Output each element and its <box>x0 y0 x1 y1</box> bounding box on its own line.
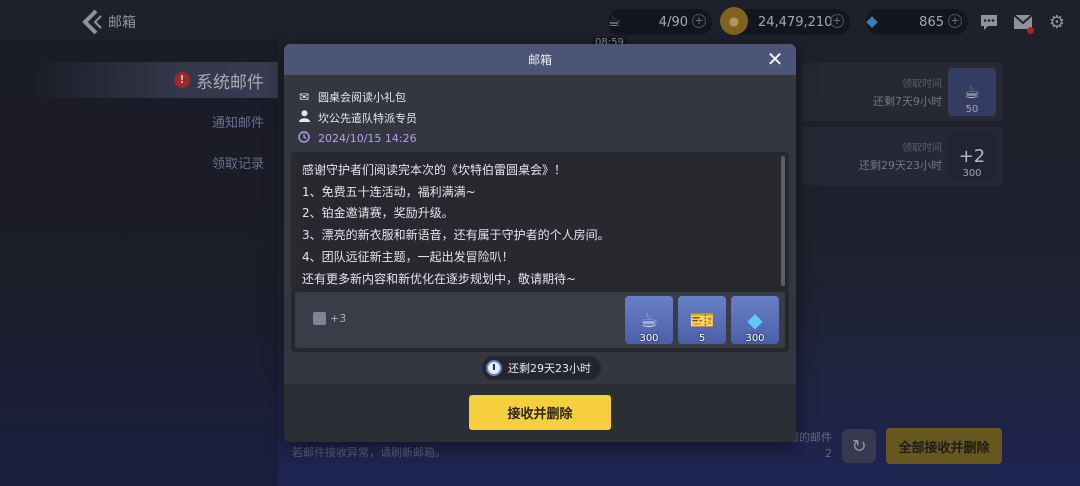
body-scrollbar[interactable] <box>781 156 785 286</box>
coffee-cup-icon: ☕ <box>640 308 658 332</box>
body-line: 感谢守护者们阅读完本次的《坎特伯雷圆桌会》！ <box>302 163 567 177</box>
person-icon <box>298 110 310 125</box>
attachment-item[interactable]: ◆ 300 <box>731 296 779 344</box>
timer-icon <box>486 360 502 376</box>
mail-meta: ✉ 圆桌会阅读小礼包 坎公先遣队特派专员 2024/10/15 14:26 <box>298 86 417 149</box>
ticket-icon: 🎫 <box>689 308 715 332</box>
mail-sender: 坎公先遣队特派专员 <box>318 111 417 125</box>
more-attachments-count: +3 <box>330 312 347 325</box>
attachment-qty: 5 <box>698 333 706 344</box>
mail-date: 2024/10/15 14:26 <box>318 132 417 145</box>
mail-body-text: 感谢守护者们阅读完本次的《坎特伯雷圆桌会》！ 1、免费五十连活动，福利满满~ 2… <box>302 160 769 290</box>
gift-icon <box>313 312 326 325</box>
attachment-item[interactable]: ☕ 300 <box>625 296 673 344</box>
attachment-bar: +3 ☕ 300 🎫 5 ◆ 300 <box>295 292 785 348</box>
mail-sender-row: 坎公先遣队特派专员 <box>298 107 417 128</box>
mail-subject-row: ✉ 圆桌会阅读小礼包 <box>298 86 417 107</box>
remaining-time: 还剩29天23小时 <box>508 362 591 375</box>
mail-detail-dialog: 邮箱 ✕ ✉ 圆桌会阅读小礼包 坎公先遣队特派专员 2024/10/15 14:… <box>284 44 796 442</box>
body-line: 1、免费五十连活动，福利满满~ <box>302 184 476 199</box>
body-line: 还有更多新内容和新优化在逐步规划中，敬请期待~ <box>302 271 577 286</box>
attachment-qty: 300 <box>639 333 659 344</box>
more-attachments[interactable]: +3 <box>313 312 346 325</box>
mail-date-row: 2024/10/15 14:26 <box>298 128 417 149</box>
envelope-icon: ✉ <box>298 89 310 104</box>
attachment-qty: 300 <box>745 333 765 344</box>
body-line: 3、漂亮的新衣服和新语音，还有属于守护者的个人房间。 <box>302 228 610 243</box>
remaining-time-badge: 还剩29天23小时 <box>482 356 601 380</box>
receive-and-delete-button[interactable]: 接收并删除 <box>469 395 611 430</box>
dialog-title: 邮箱 <box>527 53 552 67</box>
mail-body[interactable]: 感谢守护者们阅读完本次的《坎特伯雷圆桌会》！ 1、免费五十连活动，福利满满~ 2… <box>291 152 789 352</box>
body-line: 4、团队远征新主题，一起出发冒险叭！ <box>302 249 514 264</box>
attachment-item[interactable]: 🎫 5 <box>678 296 726 344</box>
dialog-header: 邮箱 ✕ <box>284 44 796 75</box>
mail-subject: 圆桌会阅读小礼包 <box>318 90 406 104</box>
diamond-icon: ◆ <box>747 308 763 332</box>
body-line: 2、铂金邀请赛，奖励升级。 <box>302 206 454 221</box>
attachment-list: ☕ 300 🎫 5 ◆ 300 <box>625 296 779 344</box>
clock-icon <box>298 131 310 146</box>
close-icon[interactable]: ✕ <box>764 48 786 70</box>
